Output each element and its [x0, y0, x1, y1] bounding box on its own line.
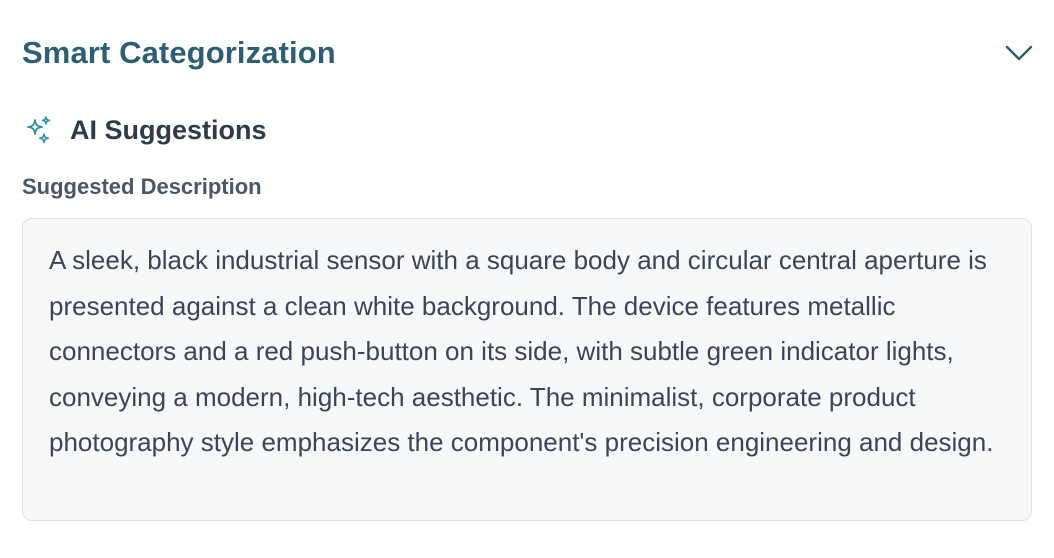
ai-suggestions-label: AI Suggestions [70, 114, 267, 145]
sparkles-icon [22, 114, 54, 146]
suggested-description-label: Suggested Description [22, 174, 262, 199]
ai-suggestions-heading: AI Suggestions [22, 110, 267, 150]
chevron-down-icon[interactable] [1004, 38, 1034, 68]
smart-categorization-panel: Smart Categorization AI Suggestions Sugg… [22, 0, 1034, 558]
section-title: Smart Categorization [22, 35, 336, 70]
section-header[interactable]: Smart Categorization [22, 30, 1034, 76]
suggested-description-text[interactable]: A sleek, black industrial sensor with a … [22, 218, 1032, 521]
